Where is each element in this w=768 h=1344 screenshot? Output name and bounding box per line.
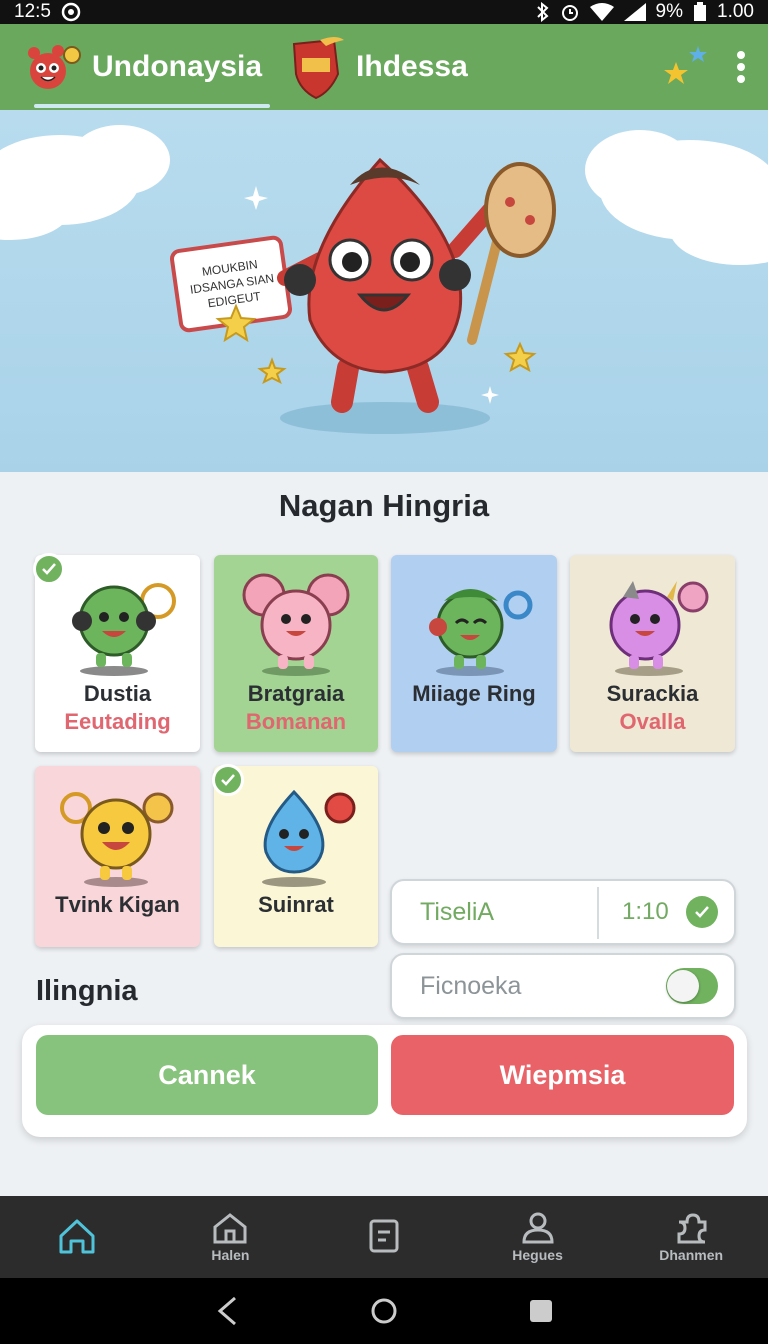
character-card-bratgraia[interactable]: Bratgraia Bomanan xyxy=(214,555,378,752)
green-sprout-headphones-icon xyxy=(429,589,533,676)
nav-item-home[interactable] xyxy=(0,1196,154,1278)
card-title: Suinrat xyxy=(258,892,334,917)
nav-item-hegues[interactable]: Hegues xyxy=(461,1196,615,1278)
cloud-left-icon xyxy=(0,125,170,240)
battery-icon xyxy=(694,2,707,21)
stars-icon[interactable] xyxy=(662,42,712,92)
tab-undonaysia[interactable]: Undonaysia xyxy=(22,24,271,110)
field-value: 1:10 xyxy=(622,898,669,925)
field-label: Ficnoeka xyxy=(420,971,522,1000)
app-bar: Undonaysia Ihdessa xyxy=(0,24,768,110)
status-time: 12:5 xyxy=(14,1,51,22)
nav-label: Halen xyxy=(211,1246,250,1263)
character-card-miiage-ring[interactable]: Miiage Ring xyxy=(391,555,557,752)
home-icon xyxy=(59,1219,95,1253)
document-icon xyxy=(369,1219,399,1252)
hero-illustration: MOUKBIN IDSANGA SIAN EDIGEUT xyxy=(0,125,768,434)
character-card-suinrat[interactable]: Suinrat xyxy=(212,764,378,947)
hero-banner: MOUKBIN IDSANGA SIAN EDIGEUT xyxy=(0,110,768,472)
status-bar: 12:5 9% 1.00 xyxy=(0,0,768,24)
wifi-icon xyxy=(589,3,614,21)
wiepmsia-button[interactable]: Wiepmsia xyxy=(391,1035,734,1115)
tab-ihdessa[interactable]: Ihdessa xyxy=(290,24,468,110)
character-card-tvink-kigan[interactable]: Tvink Kigan xyxy=(35,766,200,947)
cannek-button[interactable]: Cannek xyxy=(36,1035,378,1115)
card-subtitle: Ovalla xyxy=(619,709,686,734)
location-icon xyxy=(61,2,81,22)
character-card-dustia[interactable]: Dustia Eeutading xyxy=(33,553,200,752)
check-icon xyxy=(686,896,718,928)
card-title: Miiage Ring xyxy=(412,681,536,706)
shield-crest-icon xyxy=(292,37,345,100)
pink-mouse-icon xyxy=(242,573,350,676)
bottom-nav: Halen Hegues Dhanmen xyxy=(0,1196,768,1278)
tab-label: Ihdessa xyxy=(356,50,468,83)
section-title: Nagan Hingria xyxy=(278,488,490,523)
nav-label: Hegues xyxy=(512,1246,563,1263)
purple-monster-icon xyxy=(609,581,708,676)
tiselia-field[interactable]: TiseliA 1:10 xyxy=(390,879,736,945)
action-panel: Cannek Wiepmsia xyxy=(22,1025,747,1137)
card-title: Tvink Kigan xyxy=(55,892,180,917)
card-title: Surackia xyxy=(606,681,699,706)
system-nav-bar xyxy=(0,1278,768,1344)
recents-icon[interactable] xyxy=(529,1299,553,1323)
field-label: TiseliA xyxy=(420,897,495,926)
battery-percent: 9% xyxy=(655,1,684,22)
nav-item-dhanmen[interactable]: Dhanmen xyxy=(614,1196,768,1278)
nav-label: Dhanmen xyxy=(659,1246,724,1263)
bluetooth-icon xyxy=(536,2,549,22)
house-icon xyxy=(213,1212,247,1243)
yellow-blob-icon xyxy=(59,792,173,887)
card-subtitle: Eeutading xyxy=(64,709,171,734)
sub-heading: Ilingnia xyxy=(36,975,138,1007)
card-title: Bratgraia xyxy=(247,681,345,706)
alarm-icon xyxy=(561,5,578,21)
mascot-logo-icon xyxy=(28,45,81,89)
more-vert-icon[interactable] xyxy=(736,50,746,84)
puzzle-icon xyxy=(677,1212,707,1243)
cloud-right-icon xyxy=(585,130,768,265)
blue-droplet-icon xyxy=(262,789,356,887)
field-divider xyxy=(597,887,599,939)
person-icon xyxy=(522,1212,554,1243)
green-bear-headphones-icon xyxy=(71,583,176,676)
tab-label: Undonaysia xyxy=(92,50,263,83)
signal-icon xyxy=(623,3,646,21)
back-icon[interactable] xyxy=(215,1296,239,1326)
home-circle-icon[interactable] xyxy=(370,1297,398,1325)
character-card-surackia[interactable]: Surackia Ovalla xyxy=(570,555,735,752)
toggle-knob xyxy=(667,970,699,1002)
nav-item-document[interactable] xyxy=(307,1196,461,1278)
card-subtitle: Bomanan xyxy=(245,709,347,734)
status-signal-text: 1.00 xyxy=(717,1,754,22)
selected-check-icon xyxy=(33,553,65,585)
ficnoeka-field[interactable]: Ficnoeka xyxy=(390,953,736,1019)
selected-check-icon xyxy=(212,764,244,796)
ficnoeka-toggle[interactable] xyxy=(666,968,718,1004)
nav-item-halen[interactable]: Halen xyxy=(154,1196,308,1278)
card-title: Dustia xyxy=(83,681,152,706)
